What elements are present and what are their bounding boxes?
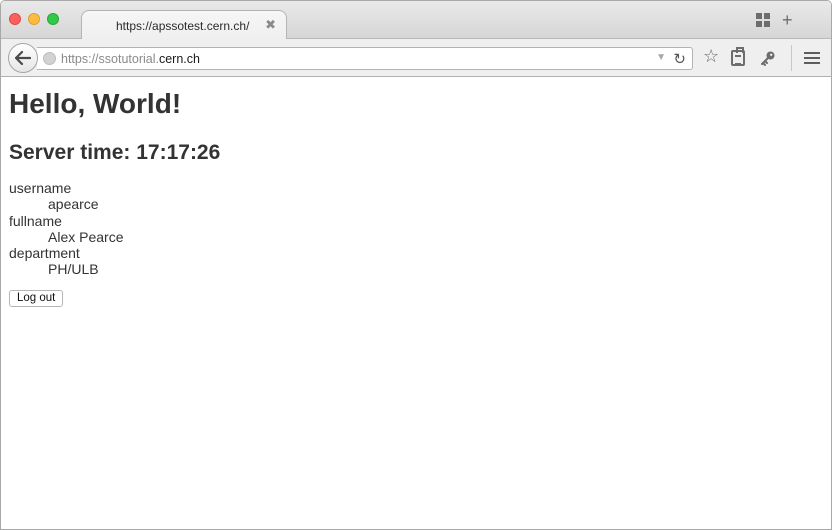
globe-icon[interactable] <box>43 52 56 65</box>
logout-button[interactable]: Log out <box>9 289 64 307</box>
address-bar[interactable]: https://ssotutorial.cern.ch ▼ ↻ <box>37 47 693 70</box>
minimize-window-button[interactable] <box>28 13 40 25</box>
maximize-window-button[interactable] <box>47 13 59 25</box>
tab-title: https://apssotest.cern.ch/ <box>116 19 250 33</box>
server-time-heading: Server time: 17:17:26 <box>9 141 221 164</box>
department-label: department <box>9 245 80 262</box>
reload-icon[interactable]: ↻ <box>673 50 686 68</box>
username-label: username <box>9 180 72 196</box>
url-domain: cern.ch <box>158 52 200 66</box>
dropdown-arrow-icon[interactable]: ▼ <box>656 52 666 63</box>
back-arrow-icon <box>15 51 31 65</box>
back-button[interactable] <box>8 43 38 73</box>
username-value: apearce <box>48 196 99 213</box>
url-text[interactable]: https://ssotutorial.cern.ch <box>61 52 200 66</box>
clipboard-icon[interactable] <box>731 47 745 66</box>
close-icon[interactable]: ✖ <box>265 17 276 33</box>
star-icon[interactable]: ☆ <box>703 46 719 67</box>
key-icon[interactable] <box>760 50 776 66</box>
user-info-list: username apearce fullname Alex Pearce de… <box>9 180 823 278</box>
page-title: Hello, World! <box>9 88 182 119</box>
url-prefix: https://ssotutorial. <box>61 52 159 66</box>
fullname-value: Alex Pearce <box>48 228 124 245</box>
toolbar-divider <box>791 45 792 71</box>
tab-active[interactable]: https://apssotest.cern.ch/ ✖ <box>81 10 287 40</box>
fullname-label: fullname <box>9 212 62 229</box>
tab-strip: https://apssotest.cern.ch/ ✖ + <box>1 1 831 40</box>
page-content: Hello, World! Server time: 17:17:26 user… <box>9 78 823 307</box>
tab-groups-icon[interactable] <box>756 13 770 27</box>
department-value: PH/ULB <box>48 261 99 278</box>
close-window-button[interactable] <box>9 13 21 25</box>
browser-window: https://apssotest.cern.ch/ ✖ + https://s… <box>0 0 832 530</box>
plus-icon[interactable]: + <box>782 11 793 29</box>
hamburger-menu-icon[interactable] <box>804 52 820 64</box>
navigation-toolbar: https://ssotutorial.cern.ch ▼ ↻ ☆ <box>1 39 831 77</box>
